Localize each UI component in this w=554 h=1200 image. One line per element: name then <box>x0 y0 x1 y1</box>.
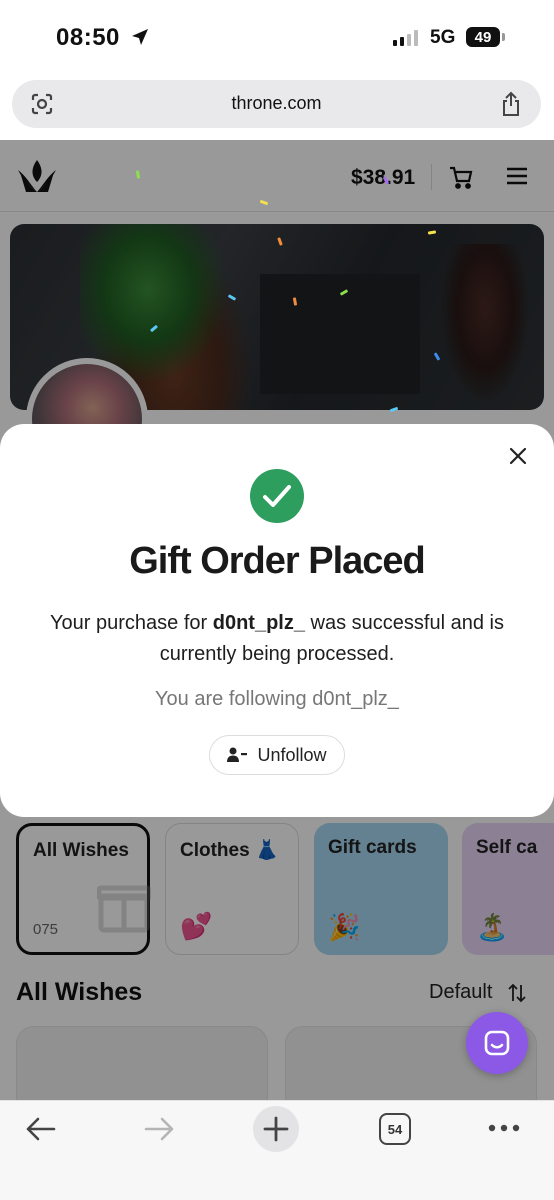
browser-toolbar: 54 <box>0 1100 554 1200</box>
follow-status: You are following d0nt_plz_ <box>155 688 399 710</box>
network-type: 5G <box>430 27 456 48</box>
modal-message: Your purchase for d0nt_plz_ was successf… <box>30 608 524 670</box>
tabs-button[interactable]: 54 <box>379 1113 411 1145</box>
close-icon[interactable] <box>504 442 532 470</box>
new-tab-button[interactable] <box>253 1106 299 1152</box>
chat-icon <box>484 1030 510 1056</box>
tab-count: 54 <box>387 1121 403 1137</box>
chat-button[interactable] <box>466 1012 528 1074</box>
location-arrow-icon <box>132 29 148 45</box>
plus-icon <box>263 1116 289 1142</box>
status-time: 08:50 <box>56 24 120 51</box>
status-bar: 08:50 5G 49 <box>0 0 554 76</box>
cellular-signal-icon <box>393 30 418 46</box>
url-text[interactable]: throne.com <box>12 93 541 114</box>
recipient-username: d0nt_plz_ <box>212 612 305 634</box>
back-arrow-icon[interactable] <box>24 1115 58 1143</box>
more-options-icon[interactable] <box>487 1123 521 1133</box>
battery-level: 49 <box>474 28 492 46</box>
forward-arrow-icon[interactable] <box>142 1115 176 1143</box>
share-icon[interactable] <box>499 91 523 117</box>
address-bar[interactable]: throne.com <box>12 80 541 128</box>
user-minus-icon <box>227 747 248 762</box>
success-check-icon <box>250 469 304 523</box>
modal-title: Gift Order Placed <box>129 540 426 582</box>
battery-icon: 49 <box>466 27 505 47</box>
unfollow-label: Unfollow <box>257 744 327 765</box>
unfollow-button[interactable]: Unfollow <box>209 735 345 775</box>
message-prefix: Your purchase for <box>50 612 213 634</box>
